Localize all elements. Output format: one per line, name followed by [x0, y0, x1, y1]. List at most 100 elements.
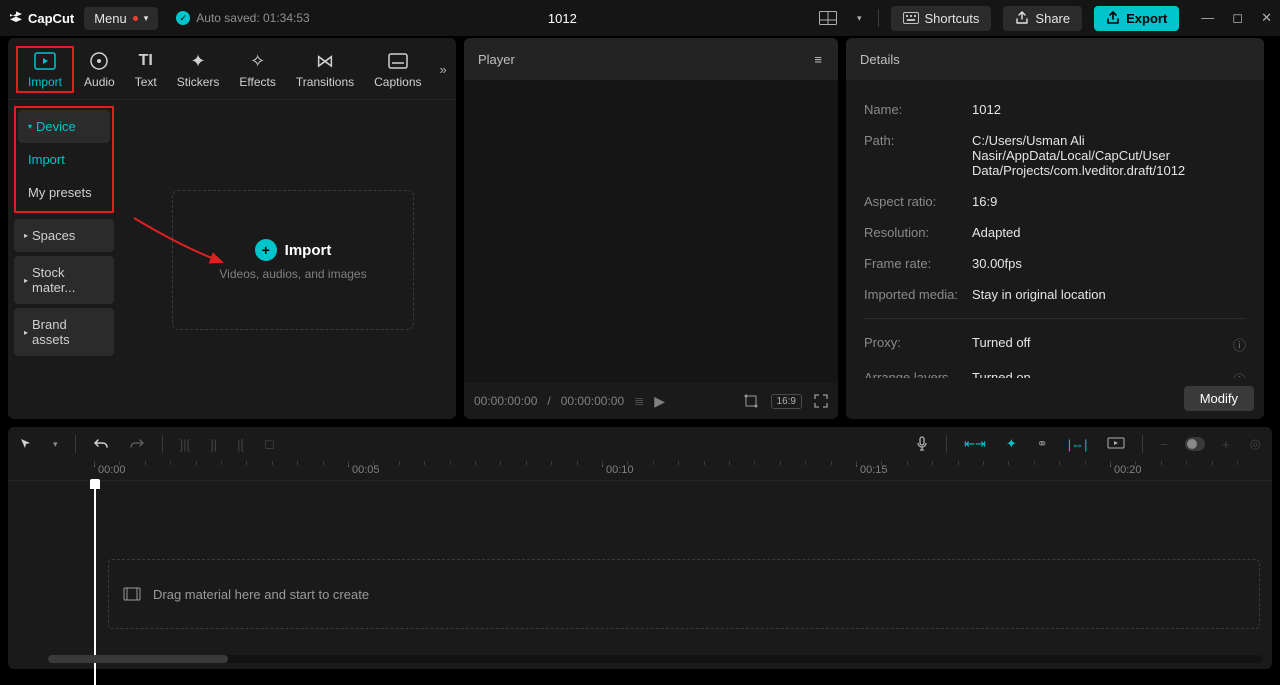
player-viewport[interactable]	[464, 80, 838, 383]
import-drop-area[interactable]: + Import Videos, audios, and images	[172, 190, 414, 330]
shortcuts-button[interactable]: Shortcuts	[891, 6, 992, 31]
tab-captions[interactable]: Captions	[364, 48, 431, 91]
ruler-minor-tick	[1212, 461, 1213, 465]
tab-transitions[interactable]: ⋈ Transitions	[286, 48, 364, 91]
sidebar-item-brand[interactable]: ▸Brand assets	[14, 308, 114, 356]
assets-sidebar: ▾Device Import My presets ▸Spaces ▸Stock…	[8, 100, 120, 419]
aspect-ratio-badge[interactable]: 16:9	[771, 394, 802, 409]
ruler-minor-tick	[780, 461, 781, 465]
share-button[interactable]: Share	[1003, 6, 1082, 31]
player-settings-icon[interactable]: ≣	[634, 394, 644, 408]
snap-icon[interactable]: ✦	[1003, 433, 1020, 455]
tab-text[interactable]: TI Text	[125, 48, 167, 91]
link-icon[interactable]: ⚭	[1034, 433, 1051, 455]
export-button[interactable]: Export	[1094, 6, 1179, 31]
ruler-minor-tick	[373, 461, 374, 465]
crop-tool[interactable]: ◻	[261, 433, 278, 455]
info-icon[interactable]: ⓘ	[1233, 370, 1246, 378]
ruler-minor-tick	[475, 461, 476, 465]
magnet-left-icon[interactable]: ⇤⇥	[961, 433, 989, 455]
tab-audio[interactable]: Audio	[74, 48, 125, 91]
zoom-fit-icon[interactable]: ◎	[1247, 433, 1264, 455]
ruler-minor-tick	[983, 461, 984, 465]
tab-audio-label: Audio	[84, 75, 115, 89]
ruler-minor-tick	[272, 461, 273, 465]
divider	[75, 435, 76, 453]
modify-bar: Modify	[846, 378, 1264, 419]
ruler-minor-tick	[831, 461, 832, 465]
maximize-button[interactable]: ◻	[1232, 10, 1243, 26]
ruler-minor-tick	[94, 461, 95, 465]
mic-icon[interactable]	[912, 433, 932, 455]
ruler-minor-tick	[958, 461, 959, 465]
sidebar-item-spaces[interactable]: ▸Spaces	[14, 219, 114, 252]
detail-label: Arrange layers	[864, 370, 972, 378]
sidebar-item-device[interactable]: ▾Device	[18, 110, 110, 143]
import-drop-label: Import	[285, 242, 332, 259]
ruler-minor-tick	[145, 461, 146, 465]
info-icon[interactable]: ⓘ	[1233, 335, 1246, 354]
captions-icon	[387, 50, 409, 72]
timeline-body[interactable]: Drag material here and start to create	[8, 481, 1272, 655]
sidebar-item-stock[interactable]: ▸Stock mater...	[14, 256, 114, 304]
import-drop-subtitle: Videos, audios, and images	[219, 267, 366, 281]
detail-label: Proxy:	[864, 335, 972, 354]
chevron-right-icon: ▸	[24, 328, 28, 337]
detail-value: Adapted	[972, 225, 1246, 240]
divider	[1142, 435, 1143, 453]
tab-import[interactable]: Import	[16, 46, 74, 93]
sidebar-item-presets[interactable]: My presets	[18, 176, 110, 209]
minimize-button[interactable]: —	[1201, 10, 1214, 26]
check-circle-icon: ✓	[176, 11, 190, 25]
timeline-hint-label: Drag material here and start to create	[153, 587, 369, 602]
tab-effects[interactable]: ✧ Effects	[229, 48, 285, 91]
redo-button[interactable]	[126, 434, 148, 454]
zoom-in-icon[interactable]: +	[1219, 434, 1233, 455]
select-caret-icon[interactable]: ▾	[50, 436, 61, 453]
chevron-down-icon: ▾	[144, 13, 149, 24]
audio-icon	[88, 50, 110, 72]
zoom-out-icon[interactable]: −	[1157, 434, 1171, 455]
close-button[interactable]: ✕	[1261, 10, 1272, 26]
chevron-down-icon: ▾	[28, 122, 32, 131]
export-label: Export	[1126, 11, 1167, 26]
tab-transitions-label: Transitions	[296, 75, 354, 89]
sidebar-item-import[interactable]: Import	[18, 143, 110, 176]
modify-button[interactable]: Modify	[1184, 386, 1254, 411]
align-icon[interactable]: |⇔|	[1065, 434, 1091, 455]
timeline: 00:00 00:05 00:10 00:15 00:20 Drag mater…	[8, 461, 1272, 669]
crop-icon[interactable]	[743, 393, 759, 409]
split-left-tool[interactable]: ]|	[207, 434, 220, 455]
zoom-slider[interactable]	[1185, 437, 1205, 451]
ruler-minor-tick	[526, 461, 527, 465]
window-controls: — ◻ ✕	[1201, 10, 1272, 26]
tab-captions-label: Captions	[374, 75, 421, 89]
detail-label: Frame rate:	[864, 256, 972, 271]
timeline-scrollbar[interactable]	[48, 655, 1262, 663]
detail-row-path: Path:C:/Users/Usman Ali Nasir/AppData/Lo…	[864, 125, 1246, 186]
detail-row-layers: Arrange layersTurned onⓘ	[864, 362, 1246, 378]
undo-button[interactable]	[90, 434, 112, 454]
split-tool[interactable]: ]|[	[177, 434, 194, 455]
detail-row-aspect: Aspect ratio:16:9	[864, 186, 1246, 217]
layout-icon[interactable]	[815, 7, 841, 29]
more-tabs-button[interactable]: »	[432, 62, 455, 77]
titlebar-right: ▾ Shortcuts Share Export — ◻ ✕	[815, 6, 1272, 31]
ruler-minor-tick	[932, 461, 933, 465]
shortcuts-label: Shortcuts	[925, 11, 980, 26]
layout-chevron-down-icon[interactable]: ▾	[853, 9, 866, 28]
timeline-drop-hint[interactable]: Drag material here and start to create	[108, 559, 1260, 629]
menu-button[interactable]: Menu ▾	[84, 7, 158, 30]
detail-row-resolution: Resolution:Adapted	[864, 217, 1246, 248]
play-button[interactable]: ▶	[654, 393, 665, 410]
preview-icon[interactable]	[1104, 434, 1128, 454]
timeline-ruler[interactable]: 00:00 00:05 00:10 00:15 00:20	[8, 461, 1272, 481]
time-separator: /	[547, 394, 550, 408]
fullscreen-icon[interactable]	[814, 394, 828, 408]
select-tool[interactable]	[16, 434, 36, 454]
tab-stickers[interactable]: ✦ Stickers	[167, 48, 230, 91]
tab-import-label: Import	[28, 75, 62, 89]
split-right-tool[interactable]: |[	[234, 434, 247, 455]
detail-label: Path:	[864, 133, 972, 178]
player-menu-icon[interactable]: ≡	[814, 52, 824, 67]
